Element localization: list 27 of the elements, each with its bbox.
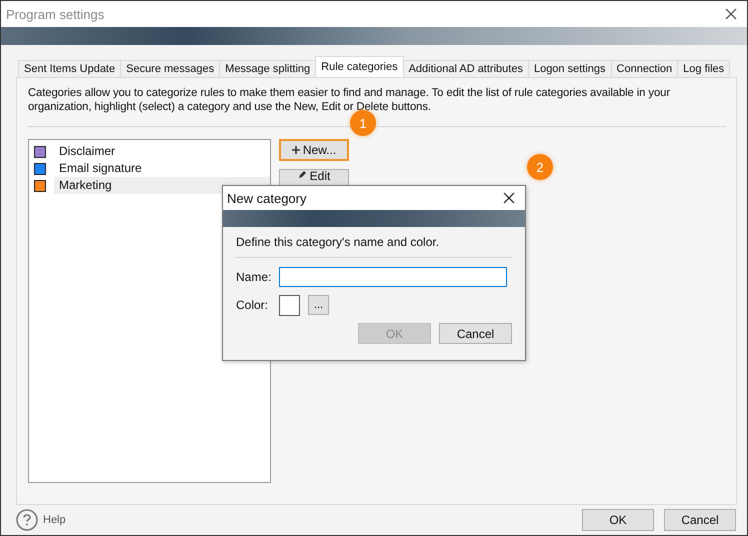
- tab[interactable]: Logon settings: [528, 60, 612, 77]
- close-icon[interactable]: [725, 8, 737, 20]
- help-icon[interactable]: [16, 509, 38, 531]
- instruction-text: Define this category's name and color.: [236, 235, 440, 249]
- color-label: Color:: [236, 298, 270, 312]
- cancel-button[interactable]: Cancel: [439, 323, 512, 344]
- category-item[interactable]: Email signature: [54, 160, 270, 177]
- name-label: Name:: [236, 270, 272, 284]
- plus-icon: [292, 146, 300, 154]
- help-link[interactable]: Help: [43, 514, 66, 526]
- callout-badge: 1: [350, 110, 376, 136]
- color-preview: [279, 294, 300, 316]
- tab[interactable]: Log files: [677, 60, 730, 77]
- pencil-icon: [298, 170, 307, 179]
- name-input[interactable]: [279, 267, 507, 287]
- tab[interactable]: Message splitting: [219, 60, 316, 77]
- ok-button[interactable]: OK: [582, 509, 654, 531]
- close-icon[interactable]: [503, 192, 515, 204]
- window-title: Program settings: [6, 6, 104, 22]
- tab[interactable]: Sent Items Update: [18, 60, 122, 77]
- tab[interactable]: Rule categories: [315, 56, 404, 77]
- new-button[interactable]: New...: [279, 139, 349, 161]
- cancel-button[interactable]: Cancel: [664, 509, 736, 531]
- tab[interactable]: Secure messages: [120, 60, 220, 77]
- color-picker-button[interactable]: ...: [308, 295, 329, 315]
- category-item[interactable]: Disclaimer: [54, 143, 270, 160]
- callout-badge: 2: [527, 154, 553, 180]
